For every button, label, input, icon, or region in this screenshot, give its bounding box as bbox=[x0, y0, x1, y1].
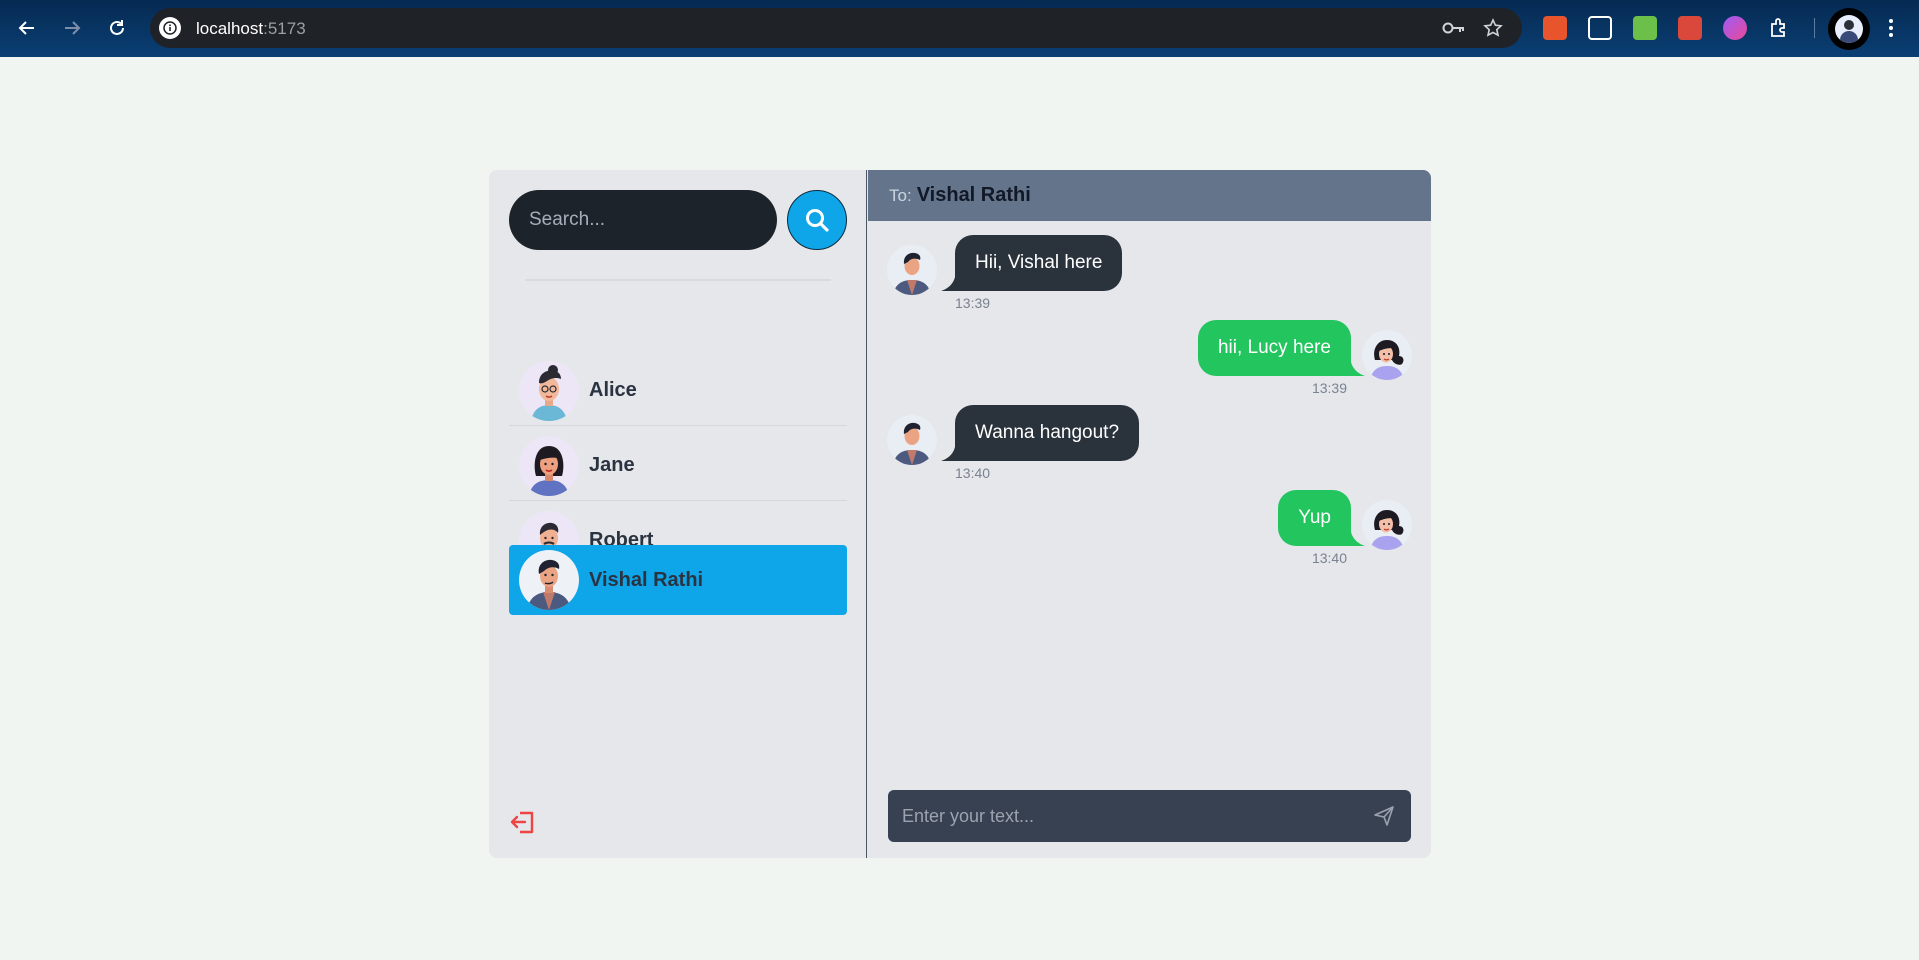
url-text: localhost:5173 bbox=[196, 19, 306, 38]
search-button[interactable] bbox=[787, 190, 847, 250]
extensions-icon[interactable] bbox=[1768, 16, 1792, 40]
message-bubble: Yup bbox=[1278, 490, 1351, 546]
extension-icon-2[interactable] bbox=[1588, 16, 1612, 40]
message-bubble: hii, Lucy here bbox=[1197, 320, 1351, 376]
message-sent: Yup 13:40 bbox=[868, 490, 1431, 570]
contact-name: Vishal Rathi bbox=[589, 568, 704, 591]
search-input[interactable] bbox=[509, 190, 777, 250]
contact-item-vishal-rathi[interactable]: Vishal Rathi bbox=[509, 545, 847, 615]
contact-name: Alice bbox=[589, 379, 637, 401]
avatar bbox=[519, 435, 579, 496]
message-bubble: Hii, Vishal here bbox=[955, 235, 1123, 291]
message-time: 13:40 bbox=[955, 465, 991, 481]
menu-icon[interactable] bbox=[1885, 16, 1897, 40]
reload-icon[interactable] bbox=[103, 14, 131, 42]
message-time: 13:39 bbox=[955, 295, 991, 311]
message-time: 13:39 bbox=[1311, 380, 1347, 396]
browser-toolbar: localhost:5173 bbox=[0, 0, 1919, 57]
divider bbox=[525, 279, 831, 281]
logout-button[interactable] bbox=[509, 808, 539, 838]
forward-icon[interactable] bbox=[58, 14, 86, 42]
chat-panel: To: Vishal Rathi Hii, Vishal here 13:39 bbox=[868, 170, 1431, 858]
address-bar[interactable]: localhost:5173 bbox=[150, 8, 1522, 48]
recipient-name: Vishal Rathi bbox=[916, 184, 1031, 206]
bookmark-star-icon[interactable] bbox=[1481, 16, 1505, 40]
send-button[interactable] bbox=[1372, 804, 1396, 828]
extension-icon-1[interactable] bbox=[1543, 16, 1567, 40]
sender-avatar bbox=[887, 415, 937, 465]
message-sent: hii, Lucy here 13:39 bbox=[868, 320, 1431, 400]
avatar bbox=[519, 360, 579, 421]
search-icon bbox=[806, 209, 829, 232]
user-avatar bbox=[1362, 330, 1412, 380]
bubble-tail bbox=[941, 277, 955, 291]
contact-item-jane[interactable]: Jane bbox=[509, 431, 847, 501]
avatar bbox=[519, 550, 579, 610]
sender-avatar bbox=[887, 245, 937, 295]
back-icon[interactable] bbox=[13, 14, 41, 42]
contact-item-alice[interactable]: Alice bbox=[509, 356, 847, 426]
bubble-tail bbox=[941, 447, 955, 461]
chat-header: To: Vishal Rathi bbox=[868, 170, 1431, 221]
message-composer bbox=[888, 790, 1411, 842]
message-time: 13:40 bbox=[1311, 550, 1347, 566]
toolbar-separator bbox=[1814, 18, 1815, 38]
send-icon bbox=[1374, 806, 1394, 826]
password-key-icon[interactable] bbox=[1442, 16, 1466, 40]
to-label: To: bbox=[889, 185, 912, 205]
message-bubble: Wanna hangout? bbox=[955, 405, 1140, 461]
extension-icon-3[interactable] bbox=[1633, 16, 1657, 40]
message-input[interactable] bbox=[888, 790, 1358, 842]
extension-icon-4[interactable] bbox=[1678, 16, 1702, 40]
site-info-icon[interactable] bbox=[159, 17, 181, 39]
chat-app: Alice Jane bbox=[489, 170, 1431, 858]
extension-icon-5[interactable] bbox=[1723, 16, 1747, 40]
message-received: Hii, Vishal here 13:39 bbox=[868, 235, 1431, 315]
profile-avatar[interactable] bbox=[1828, 8, 1870, 50]
user-avatar bbox=[1362, 500, 1412, 550]
contact-name: Jane bbox=[589, 454, 635, 476]
message-received: Wanna hangout? 13:40 bbox=[868, 405, 1431, 485]
sidebar: Alice Jane bbox=[489, 170, 867, 858]
logout-icon bbox=[510, 811, 534, 834]
